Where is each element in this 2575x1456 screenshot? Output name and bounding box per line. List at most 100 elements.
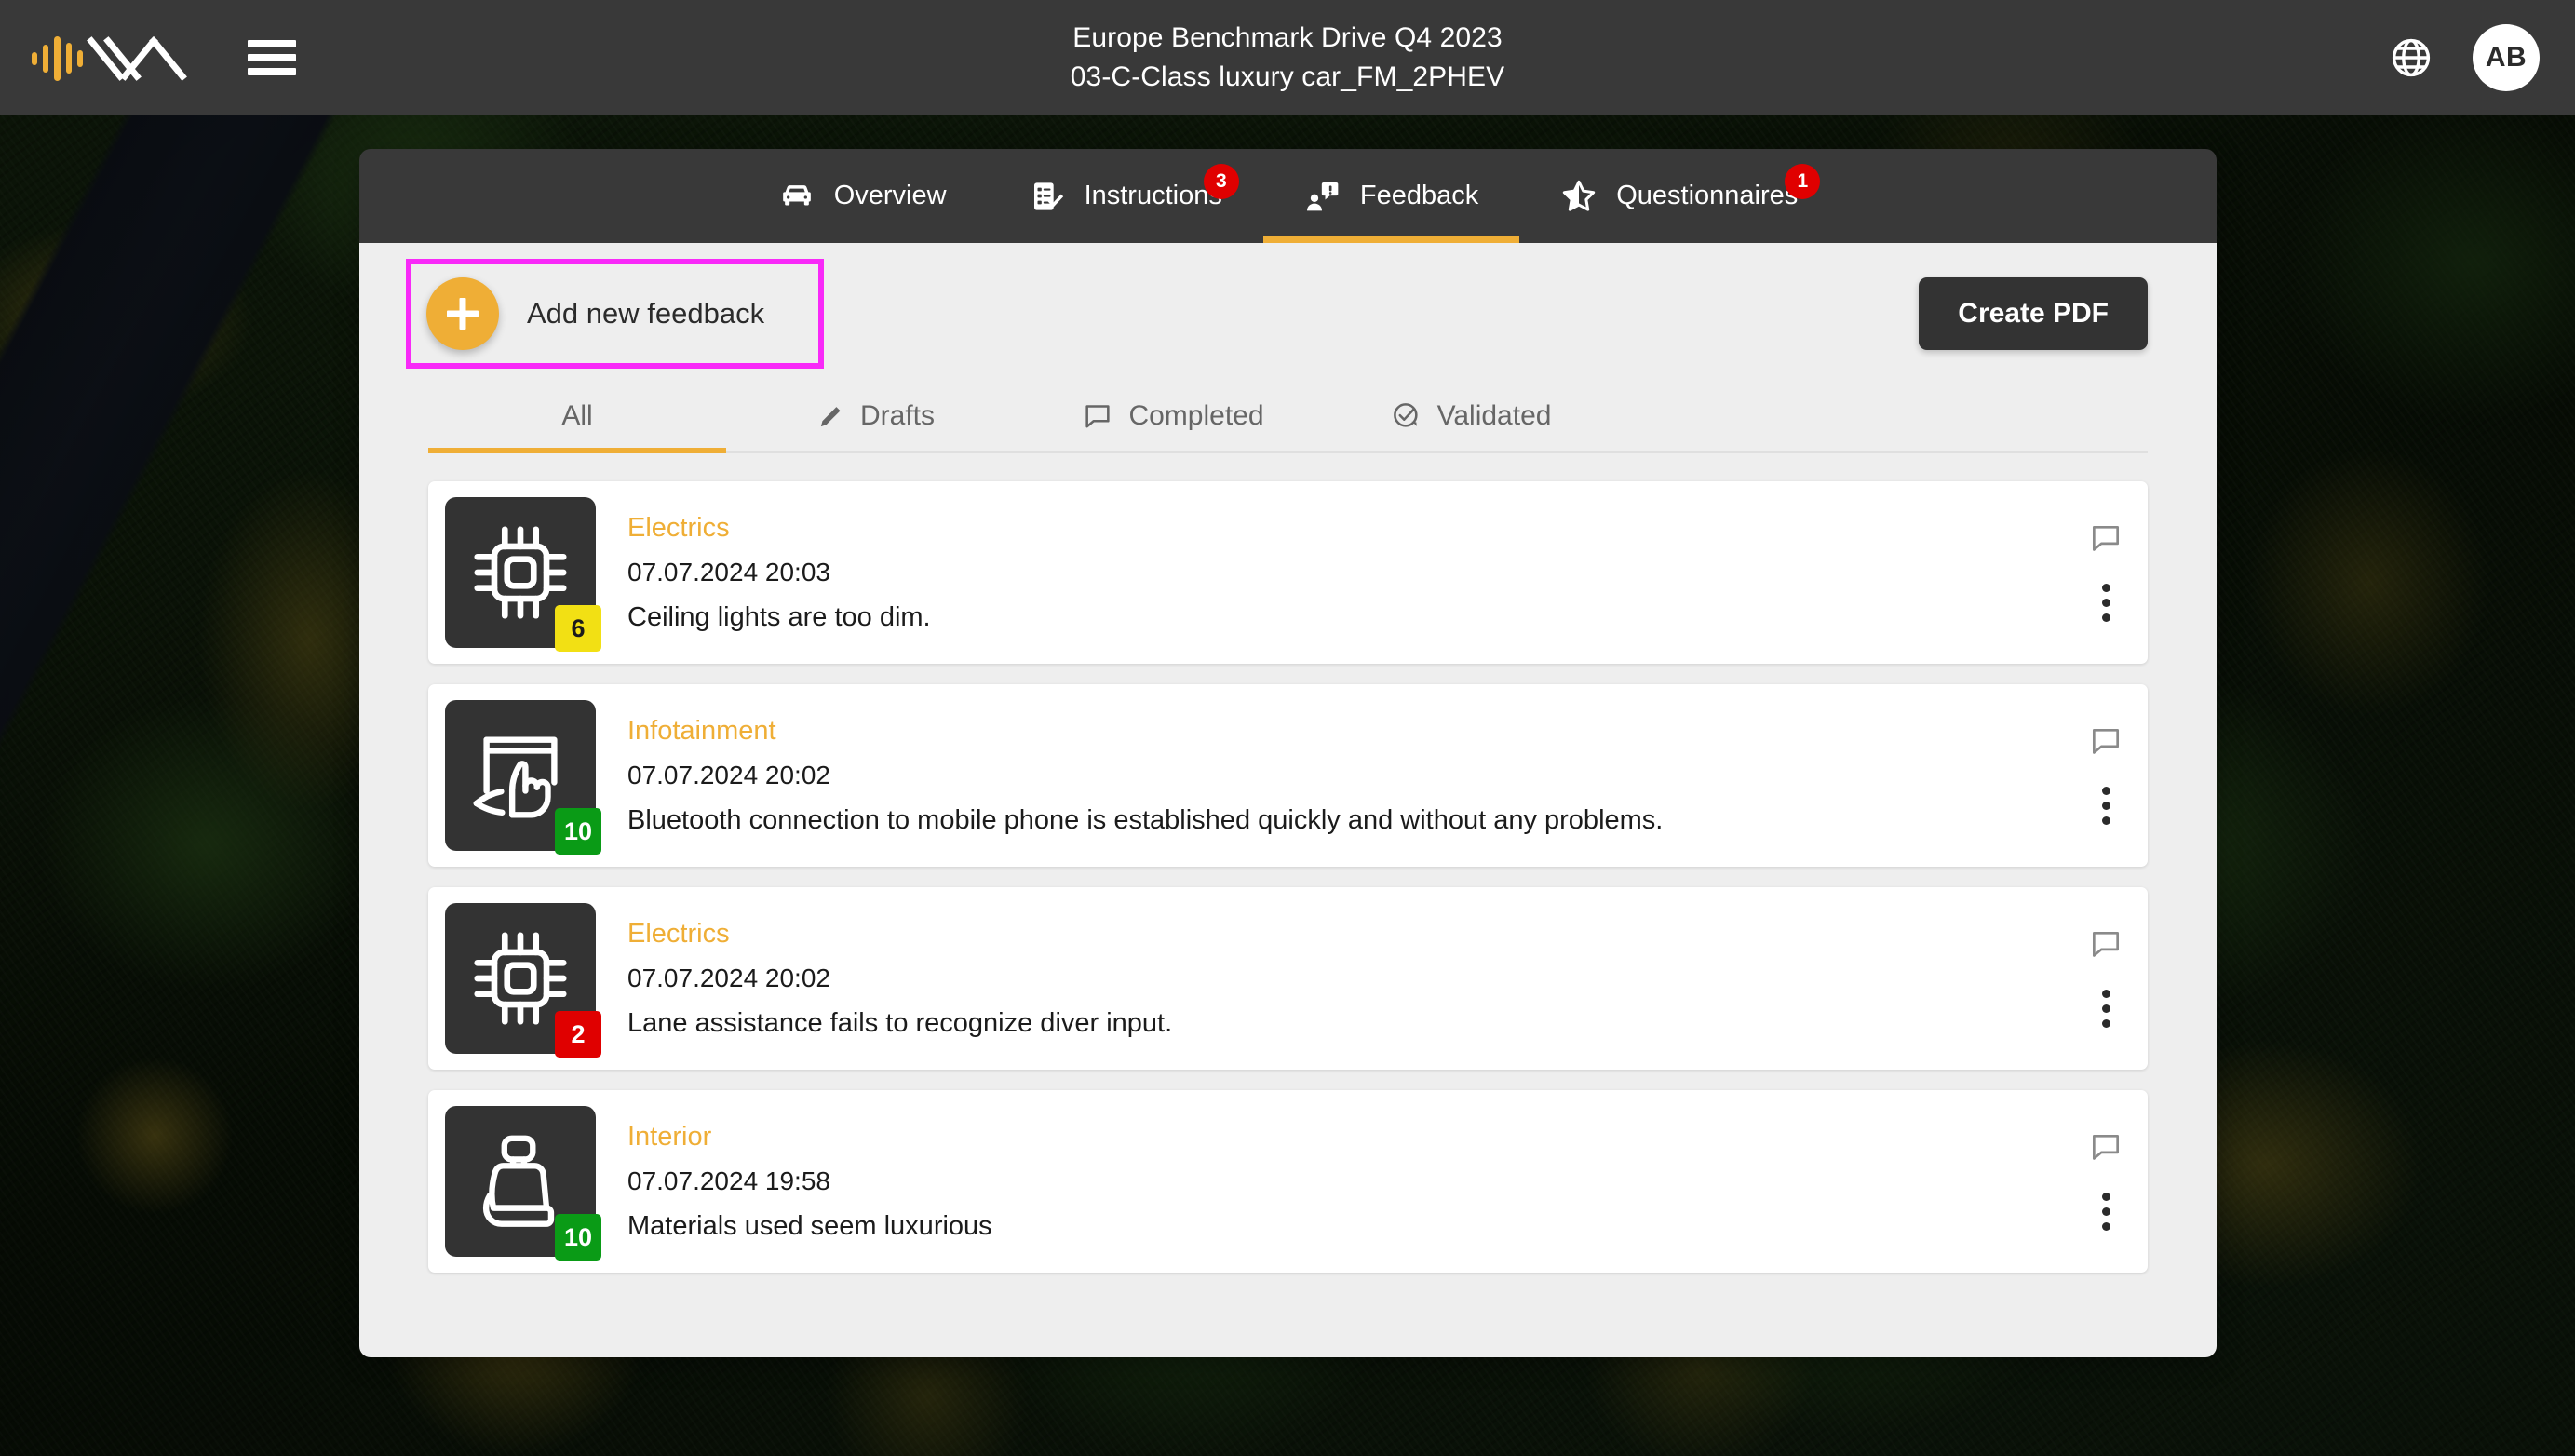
kebab-menu-icon[interactable] <box>2098 1189 2114 1234</box>
feedback-score-badge: 10 <box>555 1214 601 1261</box>
feedback-category[interactable]: Electrics <box>627 509 931 546</box>
feedback-card-content: Interior 07.07.2024 19:58 Materials used… <box>627 1118 992 1245</box>
pencil-icon <box>816 401 845 431</box>
feedback-card[interactable]: 6 Electrics 07.07.2024 20:03 Ceiling lig… <box>428 481 2148 664</box>
page-title: Europe Benchmark Drive Q4 2023 03-C-Clas… <box>0 19 2575 97</box>
kebab-dot <box>2101 1018 2110 1028</box>
filter-tab-drafts-label: Drafts <box>859 400 935 431</box>
feedback-score-badge: 2 <box>555 1011 601 1058</box>
filter-tab-validated[interactable]: Validated <box>1322 400 1620 451</box>
feedback-thumbnail: 10 <box>445 1106 601 1261</box>
kebab-dot <box>2101 1207 2110 1216</box>
feedback-card-actions <box>2088 887 2123 1070</box>
feedback-filter-tabs: All Drafts Completed Validated <box>428 373 2148 453</box>
feedback-card[interactable]: 2 Electrics 07.07.2024 20:02 Lane assist… <box>428 887 2148 1070</box>
kebab-menu-icon[interactable] <box>2098 986 2114 1031</box>
feedback-thumbnail: 10 <box>445 700 601 855</box>
filter-tab-completed-label: Completed <box>1128 400 1264 431</box>
checklist-icon <box>1029 178 1066 215</box>
tab-instructions[interactable]: Instructions 3 <box>988 149 1263 243</box>
feedback-card-content: Electrics 07.07.2024 20:03 Ceiling light… <box>627 509 931 636</box>
feedback-list: 6 Electrics 07.07.2024 20:03 Ceiling lig… <box>428 481 2148 1273</box>
comment-icon <box>1082 400 1113 432</box>
tab-overview-label: Overview <box>833 181 947 210</box>
feedback-panel-body: Add new feedback Create PDF All Drafts C… <box>359 243 2217 1357</box>
kebab-dot <box>2101 1004 2110 1013</box>
vehicle-analytics-logo-icon <box>32 36 187 81</box>
avatar[interactable]: AB <box>2473 24 2540 91</box>
car-front-icon <box>778 178 816 215</box>
tab-questionnaires[interactable]: Questionnaires 1 <box>1519 149 1839 243</box>
kebab-dot <box>2101 786 2110 795</box>
filter-tab-all-label: All <box>561 400 593 431</box>
feedback-card[interactable]: 10 Infotainment 07.07.2024 20:02 Bluetoo… <box>428 684 2148 867</box>
top-bar: Europe Benchmark Drive Q4 2023 03-C-Clas… <box>0 0 2575 115</box>
plus-icon <box>426 277 499 350</box>
page-title-line1: Europe Benchmark Drive Q4 2023 <box>1072 22 1503 53</box>
feedback-category[interactable]: Interior <box>627 1118 992 1155</box>
feedback-category[interactable]: Infotainment <box>627 712 1663 749</box>
top-bar-right-actions: AB <box>2389 24 2540 91</box>
tab-questionnaires-label: Questionnaires <box>1616 181 1799 210</box>
feedback-text: Bluetooth connection to mobile phone is … <box>627 805 1664 835</box>
kebab-dot <box>2101 801 2110 810</box>
kebab-dot <box>2101 1221 2110 1231</box>
hamburger-menu-button[interactable] <box>248 40 296 75</box>
comment-icon[interactable] <box>2088 520 2123 556</box>
feedback-date: 07.07.2024 20:02 <box>627 761 830 789</box>
filter-tab-validated-label: Validated <box>1436 400 1552 431</box>
star-half-icon <box>1560 178 1598 215</box>
feedback-text: Lane assistance fails to recognize diver… <box>627 1008 1173 1038</box>
kebab-dot <box>2101 583 2110 592</box>
tab-questionnaires-badge: 1 <box>1785 164 1821 199</box>
kebab-dot <box>2101 816 2110 825</box>
tab-feedback[interactable]: Feedback <box>1262 149 1520 243</box>
page-title-line2: 03-C-Class luxury car_FM_2PHEV <box>1070 61 1505 92</box>
kebab-menu-icon[interactable] <box>2098 783 2114 829</box>
filter-tab-all[interactable]: All <box>428 400 726 453</box>
tab-instructions-label: Instructions <box>1084 181 1222 210</box>
comment-icon[interactable] <box>2088 1129 2123 1165</box>
feedback-text: Materials used seem luxurious <box>627 1211 992 1241</box>
comment-icon[interactable] <box>2088 926 2123 962</box>
feedback-card-actions <box>2088 1090 2123 1273</box>
tab-feedback-label: Feedback <box>1359 181 1479 210</box>
feedback-category[interactable]: Electrics <box>627 915 1172 952</box>
comment-icon[interactable] <box>2088 723 2123 759</box>
feedback-thumbnail: 2 <box>445 903 601 1058</box>
action-row: Add new feedback Create PDF <box>406 243 2148 373</box>
hamburger-line <box>248 68 296 75</box>
feedback-date: 07.07.2024 20:03 <box>627 558 830 586</box>
check-circle-icon <box>1391 400 1422 432</box>
kebab-menu-icon[interactable] <box>2098 580 2114 626</box>
filter-tab-completed[interactable]: Completed <box>1024 400 1322 451</box>
add-new-feedback-label: Add new feedback <box>527 297 765 330</box>
add-new-feedback-button[interactable]: Add new feedback <box>406 259 825 369</box>
globe-icon[interactable] <box>2389 35 2433 80</box>
kebab-dot <box>2101 613 2110 622</box>
feedback-card[interactable]: 10 Interior 07.07.2024 19:58 Materials u… <box>428 1090 2148 1273</box>
kebab-dot <box>2101 1192 2110 1201</box>
hamburger-line <box>248 54 296 61</box>
main-nav-tabs: Overview Instructions 3 Feedback Questio… <box>359 149 2217 243</box>
feedback-card-actions <box>2088 684 2123 867</box>
feedback-score-badge: 6 <box>555 605 601 652</box>
feedback-date: 07.07.2024 20:02 <box>627 964 830 992</box>
create-pdf-button[interactable]: Create PDF <box>1919 277 2148 350</box>
kebab-dot <box>2101 598 2110 607</box>
feedback-card-actions <box>2088 481 2123 664</box>
hamburger-line <box>248 40 296 47</box>
feedback-panel: Overview Instructions 3 Feedback Questio… <box>359 149 2217 1357</box>
app-logo[interactable] <box>26 30 209 86</box>
kebab-dot <box>2101 989 2110 998</box>
feedback-thumbnail: 6 <box>445 497 601 652</box>
tab-overview[interactable]: Overview <box>737 149 988 243</box>
feedback-date: 07.07.2024 19:58 <box>627 1166 830 1195</box>
tab-instructions-badge: 3 <box>1203 164 1239 199</box>
feedback-card-content: Infotainment 07.07.2024 20:02 Bluetooth … <box>627 712 1663 839</box>
person-speech-bubble-icon <box>1304 178 1341 215</box>
feedback-text: Ceiling lights are too dim. <box>627 602 931 632</box>
filter-tab-drafts[interactable]: Drafts <box>726 400 1024 451</box>
feedback-score-badge: 10 <box>555 808 601 855</box>
feedback-card-content: Electrics 07.07.2024 20:02 Lane assistan… <box>627 915 1172 1042</box>
